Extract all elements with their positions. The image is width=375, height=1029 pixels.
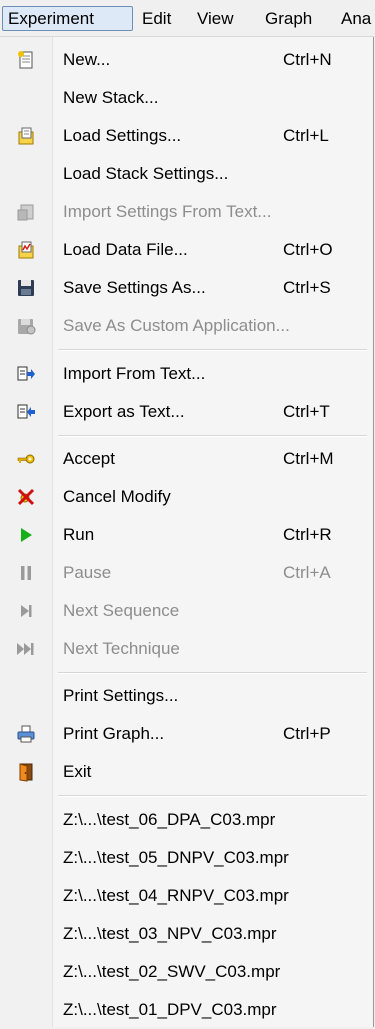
menu-item-import-settings-from-text: Import Settings From Text... [0, 193, 372, 231]
save-icon [16, 278, 36, 298]
import-settings-icon [16, 202, 36, 222]
next-sequence-icon [16, 601, 36, 621]
pause-icon [16, 563, 36, 583]
menu-analysis[interactable]: Ana [341, 6, 371, 31]
menu-item-next-sequence: Next Sequence [0, 592, 372, 630]
export-text-icon [16, 402, 36, 422]
menu-experiment[interactable]: Experiment [2, 6, 133, 31]
menu-edit[interactable]: Edit [142, 6, 171, 31]
menu-bar: Experiment Edit View Graph Ana [0, 0, 375, 37]
recent-file-item[interactable]: Z:\...\test_02_SWV_C03.mpr [0, 953, 372, 991]
recent-file-item[interactable]: Z:\...\test_01_DPV_C03.mpr [0, 991, 372, 1029]
menu-item-accept[interactable]: Accept Ctrl+M [0, 440, 372, 478]
recent-file-item[interactable]: Z:\...\test_03_NPV_C03.mpr [0, 915, 372, 953]
recent-file-item[interactable]: Z:\...\test_04_RNPV_C03.mpr [0, 877, 372, 915]
load-data-icon [16, 240, 36, 260]
menu-item-exit[interactable]: Exit [0, 753, 372, 791]
recent-file-item[interactable]: Z:\...\test_05_DNPV_C03.mpr [0, 839, 372, 877]
menu-item-save-as-custom-application: Save As Custom Application... [0, 307, 372, 345]
menu-view[interactable]: View [197, 6, 234, 31]
menu-item-load-data-file[interactable]: Load Data File... Ctrl+O [0, 231, 372, 269]
cancel-icon [16, 487, 36, 507]
menu-item-pause: Pause Ctrl+A [0, 554, 372, 592]
play-icon [16, 525, 36, 545]
menu-item-export-as-text[interactable]: Export as Text... Ctrl+T [0, 393, 372, 431]
key-icon [16, 449, 36, 469]
exit-door-icon [16, 762, 36, 782]
load-settings-icon [16, 126, 36, 146]
save-custom-icon [16, 316, 36, 336]
menu-item-save-settings-as[interactable]: Save Settings As... Ctrl+S [0, 269, 372, 307]
import-text-icon [16, 364, 36, 384]
menu-item-next-technique: Next Technique [0, 630, 372, 668]
menu-item-load-settings[interactable]: Load Settings... Ctrl+L [0, 117, 372, 155]
menu-item-new[interactable]: New... Ctrl+N [0, 41, 372, 79]
menu-item-run[interactable]: Run Ctrl+R [0, 516, 372, 554]
menu-item-load-stack-settings[interactable]: Load Stack Settings... [0, 155, 372, 193]
printer-icon [16, 724, 36, 744]
menu-item-new-stack[interactable]: New Stack... [0, 79, 372, 117]
menu-item-import-from-text[interactable]: Import From Text... [0, 355, 372, 393]
new-document-icon [16, 50, 36, 70]
recent-file-item[interactable]: Z:\...\test_06_DPA_C03.mpr [0, 801, 372, 839]
menu-item-cancel-modify[interactable]: Cancel Modify [0, 478, 372, 516]
experiment-dropdown-menu: New... Ctrl+N New Stack... Load Settings… [0, 37, 374, 1027]
menu-graph[interactable]: Graph [265, 6, 312, 31]
menu-item-print-settings[interactable]: Print Settings... [0, 677, 372, 715]
next-technique-icon [16, 639, 36, 659]
menu-item-print-graph[interactable]: Print Graph... Ctrl+P [0, 715, 372, 753]
